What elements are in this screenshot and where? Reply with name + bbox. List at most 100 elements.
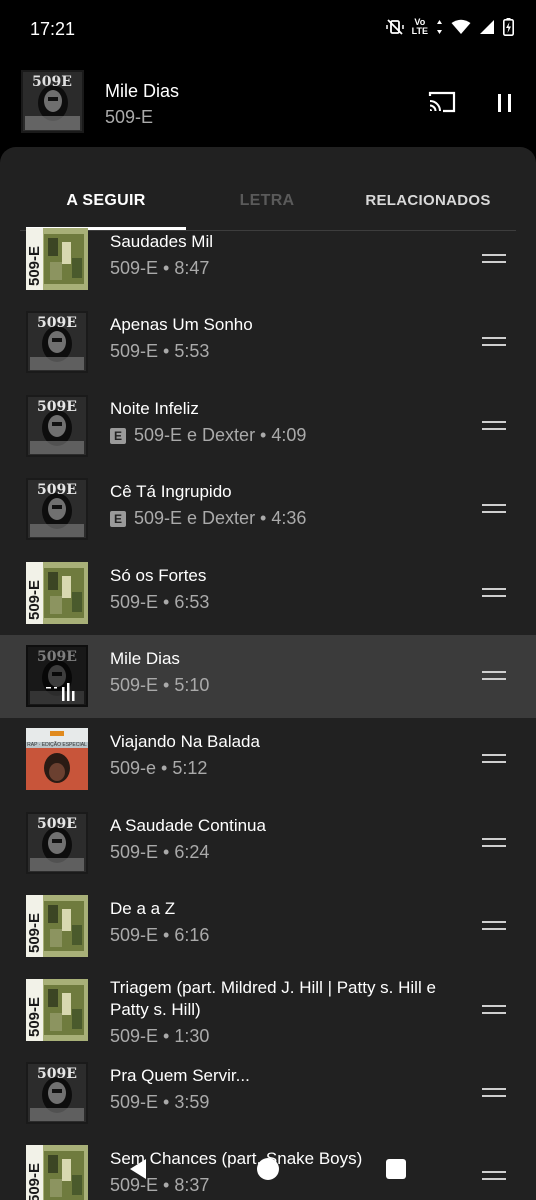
track-artist-duration: 509-E • 6:16 [110, 925, 210, 946]
track-subtitle: E 509-E e Dexter • 4:09 [110, 424, 306, 446]
drag-handle-icon[interactable] [482, 504, 506, 514]
queue-item[interactable]: 509E Cê Tá Ingrupido E 509-E e Dexter • 4:3… [0, 468, 536, 551]
track-artist-duration: 509-E e Dexter • 4:36 [134, 508, 307, 529]
drag-handle-icon[interactable] [482, 587, 506, 598]
track-thumbnail: 509E [26, 645, 88, 707]
track-thumbnail: 509-E [26, 561, 88, 624]
queue-item[interactable]: 509E A Saudade Continua 509-E • 6:24 [0, 802, 536, 885]
queue-item[interactable]: RAP · EDIÇÃO ESPECIAL Viajando Na Balada 5… [0, 718, 536, 801]
track-subtitle: 509-E • 1:30 [110, 1025, 209, 1047]
tab-lyrics[interactable]: LETRA [187, 192, 347, 210]
queue-item[interactable]: 509E Pra Quem Servir... 509-E • 3:59 [0, 1052, 536, 1135]
track-thumbnail: 509E [26, 311, 88, 374]
track-subtitle: 509-e • 5:12 [110, 757, 207, 779]
drag-handle-icon[interactable] [482, 837, 506, 848]
explicit-badge: E [110, 427, 126, 444]
track-title: Apenas Um Sonho [110, 315, 253, 335]
track-title: De a a Z [110, 899, 176, 919]
drag-handle-icon[interactable] [482, 671, 506, 681]
track-title: Pra Quem Servir... [110, 1066, 250, 1085]
svg-text:RAP · EDIÇÃO ESPECIAL: RAP · EDIÇÃO ESPECIAL [27, 741, 87, 748]
drag-handle-icon[interactable] [482, 921, 506, 931]
drag-handle-icon[interactable] [482, 420, 506, 431]
track-artist-duration: 509-E • 6:53 [110, 591, 210, 612]
track-subtitle: 509-E • 8:47 [110, 257, 209, 279]
track-title: Mile Dias [110, 649, 180, 668]
track-thumbnail: 509-E [26, 895, 88, 958]
track-artist-duration: 509-E • 8:47 [110, 258, 210, 278]
queue-item[interactable]: 509-E Triagem (part. Mildred J. Hill | Pa… [0, 969, 536, 1052]
track-artist-duration: 509-E • 5:53 [110, 341, 210, 362]
svg-text:509E: 509E [37, 1066, 77, 1082]
data-arrows-icon [436, 19, 443, 35]
svg-text:509-E: 509-E [26, 913, 43, 953]
mute-vibrate-icon [385, 18, 404, 36]
track-artist-duration: 509-E e Dexter • 4:09 [134, 424, 307, 445]
recents-icon[interactable] [386, 1159, 406, 1179]
track-subtitle: 509-E • 6:16 [110, 924, 209, 946]
home-icon[interactable] [257, 1158, 279, 1180]
svg-text:509E: 509E [37, 482, 77, 498]
track-thumbnail: 509-E [26, 228, 88, 290]
track-thumbnail: 509-E [26, 978, 88, 1041]
svg-text:509E: 509E [37, 816, 77, 832]
svg-text:509E: 509E [37, 399, 77, 415]
queue-item[interactable]: 509E Noite Infeliz E 509-E e Dexter • 4:09 [0, 385, 536, 468]
track-subtitle: 509-E • 6:53 [110, 591, 209, 613]
track-title: Triagem (part. Mildred J. Hill | Patty s… [110, 977, 436, 1019]
system-nav-bar [0, 1150, 536, 1190]
track-subtitle: 509-E • 5:53 [110, 340, 209, 362]
now-playing-title: Mile Dias [105, 81, 180, 101]
queue-item-now-playing[interactable]: 509E Mile Dias 509-E • 5:10 [0, 635, 536, 718]
track-title: Cê Tá Ingrupido [110, 482, 232, 502]
drag-handle-icon[interactable] [482, 754, 506, 764]
status-time: 17:21 [30, 19, 76, 39]
tab-related[interactable]: RELACIONADOS [348, 192, 508, 209]
track-artist-duration: 509-e • 5:12 [110, 758, 208, 779]
track-artist-duration: 509-E • 5:10 [110, 675, 210, 695]
track-artist-duration: 509-E • 1:30 [110, 1025, 210, 1046]
battery-charging-icon [503, 18, 514, 36]
queue-item[interactable]: 509E Apenas Um Sonho 509-E • 5:53 [0, 301, 536, 384]
drag-handle-icon[interactable] [482, 337, 506, 347]
explicit-badge: E [110, 511, 126, 528]
track-thumbnail: 509E [26, 1062, 88, 1124]
queue-item[interactable]: 509-E De a a Z 509-E • 6:16 [0, 885, 536, 968]
svg-text:509-E: 509-E [26, 246, 43, 286]
signal-icon [479, 19, 495, 35]
mini-player[interactable]: 509E Mile Dias 509-E [0, 60, 536, 146]
svg-text:509-E: 509-E [26, 580, 43, 620]
drag-handle-icon[interactable] [482, 1088, 506, 1098]
status-icons: Vo LTE [385, 17, 514, 36]
svg-text:509E: 509E [37, 315, 77, 331]
track-thumbnail: RAP · EDIÇÃO ESPECIAL [26, 728, 88, 791]
queue-item[interactable]: 509-E Só os Fortes 509-E • 6:53 [0, 552, 536, 635]
track-title: Saudades Mil [110, 232, 214, 251]
drag-handle-icon[interactable] [482, 1004, 506, 1015]
now-playing-artist: 509-E [105, 107, 154, 127]
track-thumbnail: 509E [26, 478, 88, 541]
status-bar: 17:21 Vo LTE [0, 0, 536, 60]
track-title: Noite Infeliz [110, 398, 199, 418]
track-thumbnail: 509E [26, 394, 88, 457]
back-icon[interactable] [128, 1158, 148, 1185]
track-title: Viajando Na Balada [110, 732, 260, 752]
track-artist-duration: 509-E • 3:59 [110, 1092, 210, 1112]
track-subtitle: 509-E • 5:10 [110, 674, 209, 696]
track-subtitle: 509-E • 3:59 [110, 1091, 209, 1113]
svg-text:509E: 509E [32, 74, 72, 90]
track-subtitle: 509-E • 6:24 [110, 841, 209, 863]
album-art: 509E [21, 70, 84, 133]
track-thumbnail: 509E [26, 811, 88, 874]
track-subtitle: E 509-E e Dexter • 4:36 [110, 507, 306, 529]
track-title: A Saudade Continua [110, 815, 266, 835]
drag-handle-icon[interactable] [482, 254, 506, 264]
queue-item[interactable]: 509-E Saudades Mil 509-E • 8:47 [0, 218, 536, 301]
pause-icon[interactable] [496, 92, 514, 114]
tab-up-next[interactable]: A SEGUIR [26, 192, 186, 210]
cast-icon[interactable] [428, 90, 456, 114]
svg-text:509-E: 509-E [26, 997, 43, 1037]
track-title: Só os Fortes [110, 565, 207, 585]
volte-icon: Vo LTE [411, 17, 428, 36]
queue-sheet: A SEGUIR LETRA RELACIONADOS 509-E Saudade… [0, 147, 536, 1200]
